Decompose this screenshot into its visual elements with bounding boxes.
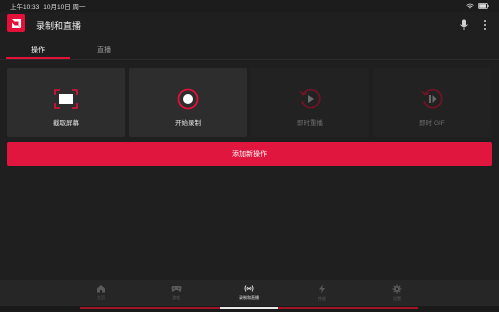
nav-label: 主页 bbox=[97, 295, 105, 300]
tab-live[interactable]: 直播 bbox=[72, 40, 136, 60]
home-icon bbox=[97, 285, 105, 293]
gamepad-icon bbox=[171, 286, 181, 292]
tab-bar: 操作 直播 bbox=[0, 40, 499, 60]
amd-logo bbox=[7, 14, 25, 32]
nav-item-performance[interactable]: 性能 bbox=[307, 284, 337, 304]
home-bar-segment bbox=[278, 307, 418, 309]
action-label: 截取屏幕 bbox=[53, 120, 79, 127]
status-date: 10月10日 周一 bbox=[43, 4, 86, 11]
system-home-bar bbox=[0, 306, 499, 312]
action-card-record[interactable]: 开始录制 bbox=[129, 68, 247, 137]
gear-icon bbox=[392, 284, 402, 294]
screenshot-icon bbox=[54, 89, 78, 109]
action-card-screenshot[interactable]: 截取屏幕 bbox=[7, 68, 125, 137]
action-card-instant-gif[interactable]: 即时 GIF bbox=[373, 68, 491, 137]
nav-item-settings[interactable]: 设置 bbox=[382, 284, 412, 304]
nav-label: 游戏 bbox=[172, 295, 180, 300]
home-bar-segment bbox=[80, 307, 220, 309]
lightning-icon bbox=[319, 284, 325, 294]
instant-gif-icon bbox=[421, 88, 443, 109]
battery-icon bbox=[478, 3, 489, 9]
action-label: 即时重播 bbox=[297, 120, 323, 127]
action-label: 即时 GIF bbox=[419, 120, 445, 127]
nav-item-games[interactable]: 游戏 bbox=[161, 284, 191, 304]
page-title: 录制和直播 bbox=[36, 21, 82, 31]
record-icon bbox=[177, 88, 199, 110]
nav-label: 录制和直播 bbox=[239, 295, 259, 300]
broadcast-icon bbox=[244, 285, 254, 292]
nav-item-record-live[interactable]: 录制和直播 bbox=[234, 284, 264, 304]
home-indicator[interactable] bbox=[220, 307, 278, 309]
status-icons bbox=[466, 3, 489, 10]
nav-item-home[interactable]: 主页 bbox=[86, 284, 116, 304]
bottom-nav: 主页 游戏 录制和直播 性能 设置 bbox=[0, 280, 499, 306]
action-label: 开始录制 bbox=[175, 120, 201, 127]
more-menu-icon[interactable] bbox=[480, 19, 490, 31]
status-bar: 上午10:33 10月10日 周一 bbox=[0, 0, 499, 12]
nav-label: 性能 bbox=[318, 296, 326, 301]
action-card-instant-replay[interactable]: 即时重播 bbox=[251, 68, 369, 137]
instant-replay-icon bbox=[299, 88, 321, 109]
nav-label: 设置 bbox=[393, 296, 401, 301]
add-new-action-button[interactable]: 添加新操作 bbox=[7, 142, 492, 166]
microphone-icon[interactable] bbox=[459, 19, 469, 31]
wifi-icon bbox=[466, 3, 474, 8]
status-time: 上午10:33 bbox=[10, 4, 40, 11]
active-tab-indicator bbox=[6, 57, 70, 59]
